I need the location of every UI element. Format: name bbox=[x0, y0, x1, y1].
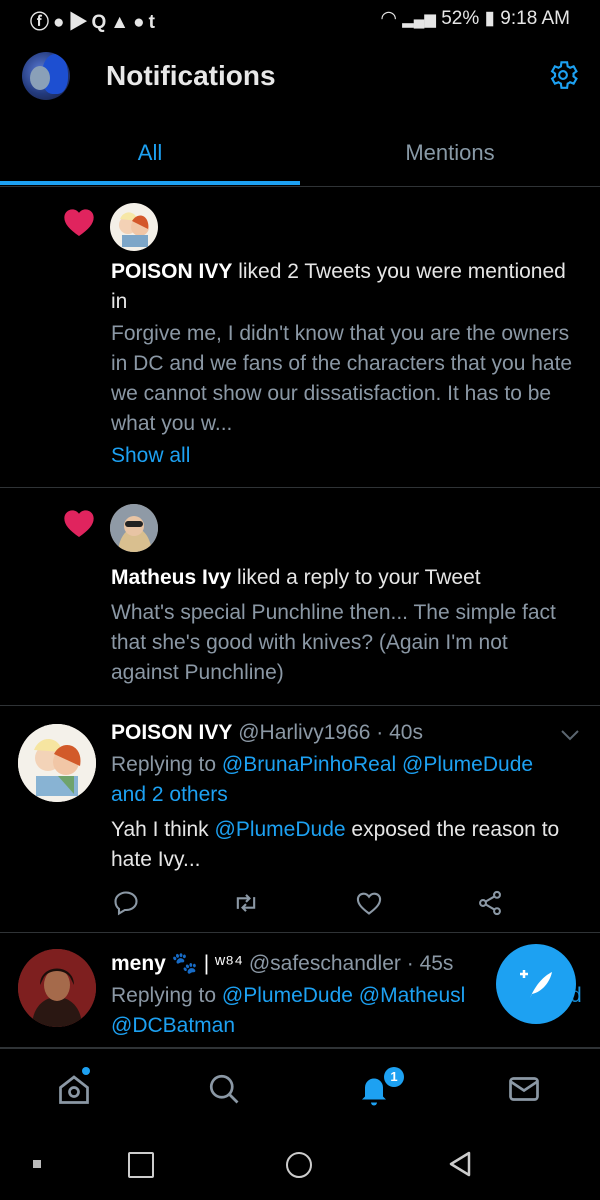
tweet-header: POISON IVY @Harlivy1966 · 40s bbox=[111, 718, 551, 748]
user-name[interactable]: Matheus Ivy bbox=[111, 566, 231, 589]
notification-headline: POISON IVY liked 2 Tweets you were menti… bbox=[111, 257, 571, 317]
name-suffix: | ʷ⁸⁴ bbox=[203, 952, 243, 975]
user-avatar[interactable] bbox=[110, 203, 158, 251]
heart-icon bbox=[64, 209, 94, 236]
reply-icon[interactable] bbox=[112, 889, 140, 917]
user-avatar[interactable] bbox=[18, 724, 96, 802]
page-title: Notifications bbox=[106, 60, 276, 91]
show-all-link[interactable]: Show all bbox=[111, 441, 190, 471]
mention-link[interactable]: @BrunaPinhoReal bbox=[222, 753, 396, 776]
bottom-navigation: 1 bbox=[0, 1048, 600, 1131]
mention-link[interactable]: @PlumeDude bbox=[215, 818, 346, 841]
tweet-time: · 45s bbox=[406, 952, 454, 975]
retweet-icon[interactable] bbox=[232, 889, 260, 917]
user-handle[interactable]: @safeschandler bbox=[249, 952, 401, 975]
notification-tabs: All Mentions bbox=[0, 122, 600, 187]
tweet-time: · 40s bbox=[376, 721, 423, 744]
tweet-preview: Forgive me, I didn't know that you are t… bbox=[111, 322, 573, 435]
tweet[interactable]: POISON IVY @Harlivy1966 · 40s Replying t… bbox=[0, 706, 600, 933]
system-navigation-bar bbox=[0, 1130, 600, 1200]
facebook-icon: ⓕ bbox=[30, 12, 54, 33]
overview-button[interactable] bbox=[128, 1152, 154, 1178]
messenger-icon: ● bbox=[133, 12, 149, 33]
feather-plus-icon bbox=[520, 970, 552, 998]
replying-to: Replying to @BrunaPinhoReal @PlumeDude a… bbox=[111, 750, 581, 810]
mention-link[interactable]: @DCBatman bbox=[111, 1014, 235, 1037]
reddit-icon: ● bbox=[53, 12, 69, 33]
clock: 9:18 AM bbox=[500, 8, 570, 29]
chevron-down-icon[interactable] bbox=[560, 728, 580, 742]
compose-tweet-button[interactable] bbox=[496, 944, 576, 1024]
notification-app-icons: ⓕ●▶Q▲●t bbox=[30, 7, 159, 34]
home-unread-dot bbox=[82, 1067, 90, 1075]
battery-icon: ▮ bbox=[484, 8, 495, 29]
share-icon[interactable] bbox=[476, 889, 504, 917]
tweet-preview: What's special Punchline then... The sim… bbox=[111, 601, 556, 684]
youtube-icon: ▶ bbox=[68, 12, 92, 33]
mention-link[interactable]: @PlumeDude bbox=[396, 753, 533, 776]
notification-like-1[interactable]: POISON IVY liked 2 Tweets you were menti… bbox=[0, 187, 600, 488]
like-icon[interactable] bbox=[355, 889, 383, 917]
others-link[interactable]: and 2 others bbox=[111, 783, 228, 806]
tumblr-icon: t bbox=[148, 12, 159, 33]
recents-dot-icon[interactable] bbox=[33, 1160, 41, 1168]
tweet-text: Yah I think bbox=[111, 818, 215, 841]
settings-gear-icon[interactable] bbox=[546, 58, 580, 92]
mention-link[interactable]: @PlumeDude bbox=[222, 984, 353, 1007]
back-button[interactable] bbox=[447, 1150, 473, 1178]
tweet-body: Yah I think @PlumeDude exposed the reaso… bbox=[111, 815, 581, 875]
user-name[interactable]: meny bbox=[111, 952, 166, 975]
search-icon[interactable] bbox=[206, 1071, 242, 1107]
heart-icon bbox=[64, 510, 94, 537]
replying-label: Replying to bbox=[111, 984, 222, 1007]
home-button[interactable] bbox=[286, 1152, 312, 1178]
user-handle[interactable]: @Harlivy1966 bbox=[238, 721, 370, 744]
tweet-header: meny 🐾 | ʷ⁸⁴ @safeschandler · 45s bbox=[111, 949, 551, 979]
top-bar: Notifications bbox=[0, 36, 600, 122]
user-avatar[interactable] bbox=[18, 949, 96, 1027]
paw-icon: 🐾 bbox=[171, 952, 198, 975]
tab-mentions[interactable]: Mentions bbox=[300, 122, 600, 184]
profile-avatar[interactable] bbox=[22, 52, 70, 100]
messages-icon[interactable] bbox=[506, 1071, 542, 1107]
wifi-icon: ◠ bbox=[380, 8, 397, 29]
status-right: ◠ ▂▄▆ 52% ▮ 9:18 AM bbox=[380, 7, 570, 30]
status-bar: ⓕ●▶Q▲●t ◠ ▂▄▆ 52% ▮ 9:18 AM bbox=[0, 0, 600, 36]
notification-like-2[interactable]: Matheus Ivy liked a reply to your Tweet … bbox=[0, 488, 600, 706]
quora-icon: Q bbox=[91, 12, 111, 33]
user-avatar[interactable] bbox=[110, 504, 158, 552]
notification-action: liked a reply to your Tweet bbox=[231, 566, 481, 589]
user-name[interactable]: POISON IVY bbox=[111, 721, 232, 744]
signal-icon: ▂▄▆ bbox=[402, 11, 436, 28]
notification-headline: Matheus Ivy liked a reply to your Tweet bbox=[111, 563, 571, 593]
replying-label: Replying to bbox=[111, 753, 222, 776]
active-tab-indicator bbox=[0, 181, 300, 185]
battery-percent: 52% bbox=[441, 8, 480, 29]
notification-count-badge: 1 bbox=[384, 1067, 404, 1087]
tab-all[interactable]: All bbox=[0, 122, 300, 184]
warning-icon: ▲ bbox=[110, 12, 134, 33]
user-name[interactable]: POISON IVY bbox=[111, 260, 232, 283]
mention-link[interactable]: @Matheusl bbox=[353, 984, 466, 1007]
home-icon[interactable] bbox=[56, 1071, 92, 1107]
